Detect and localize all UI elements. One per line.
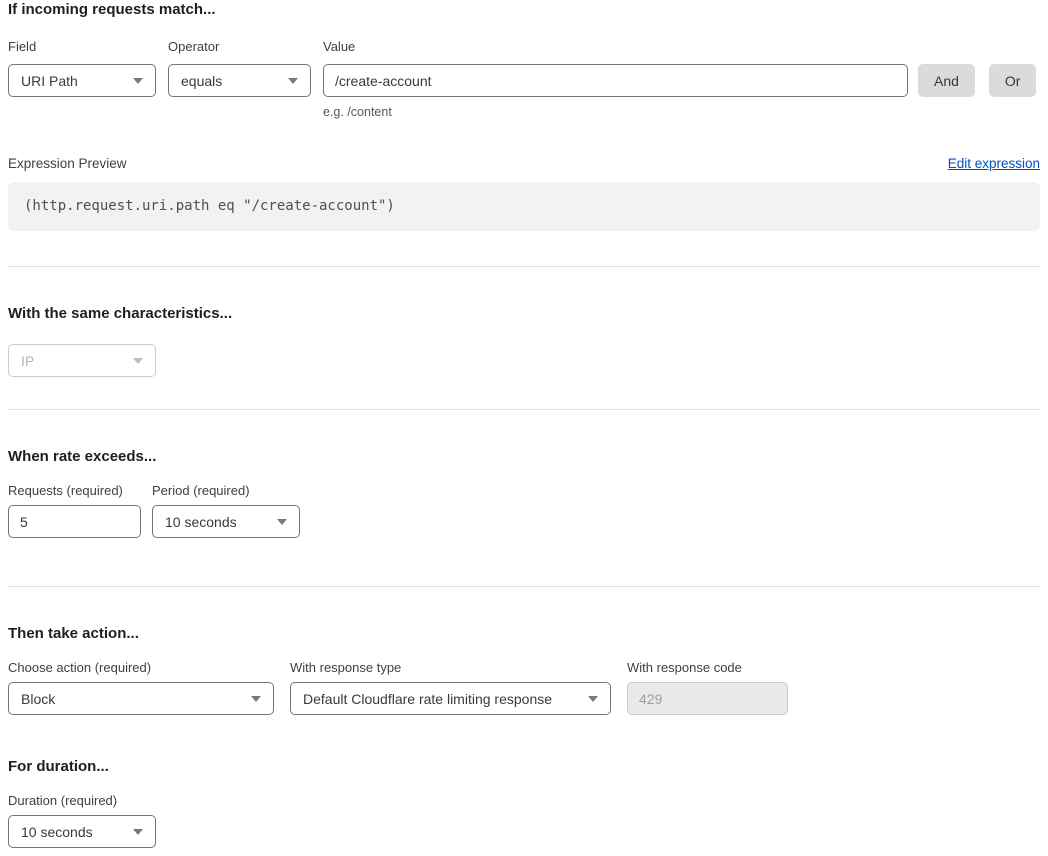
operator-group: Operator equals bbox=[168, 39, 311, 97]
value-label: Value bbox=[323, 39, 908, 54]
action-row: Choose action (required) Block With resp… bbox=[8, 660, 1040, 715]
duration-label: Duration (required) bbox=[8, 793, 156, 808]
characteristic-select-value: IP bbox=[21, 353, 34, 369]
response-type-group: With response type Default Cloudflare ra… bbox=[290, 660, 611, 715]
choose-action-group: Choose action (required) Block bbox=[8, 660, 274, 715]
value-helper-text: e.g. /content bbox=[323, 105, 908, 119]
action-heading: Then take action... bbox=[8, 624, 1040, 644]
characteristics-heading: With the same characteristics... bbox=[8, 304, 1040, 324]
response-type-select-value: Default Cloudflare rate limiting respons… bbox=[303, 691, 552, 707]
section-divider bbox=[8, 409, 1040, 410]
rate-row: Requests (required) Period (required) 10… bbox=[8, 483, 1040, 538]
or-button[interactable]: Or bbox=[989, 64, 1037, 97]
chevron-down-icon bbox=[288, 78, 298, 84]
choose-action-select[interactable]: Block bbox=[8, 682, 274, 715]
section-divider bbox=[8, 266, 1040, 267]
rate-heading: When rate exceeds... bbox=[8, 447, 1040, 467]
section-action: Then take action... Choose action (requi… bbox=[8, 624, 1040, 715]
requests-label: Requests (required) bbox=[8, 483, 141, 498]
chevron-down-icon bbox=[277, 519, 287, 525]
period-group: Period (required) 10 seconds bbox=[152, 483, 300, 538]
expression-preview-header: Expression Preview Edit expression bbox=[8, 156, 1040, 171]
field-select[interactable]: URI Path bbox=[8, 64, 156, 97]
chevron-down-icon bbox=[588, 696, 598, 702]
response-type-label: With response type bbox=[290, 660, 611, 675]
duration-heading: For duration... bbox=[8, 757, 1040, 777]
operator-select[interactable]: equals bbox=[168, 64, 311, 97]
section-characteristics: With the same characteristics... IP bbox=[8, 304, 1040, 377]
response-type-select[interactable]: Default Cloudflare rate limiting respons… bbox=[290, 682, 611, 715]
edit-expression-link[interactable]: Edit expression bbox=[948, 156, 1040, 171]
operator-label: Operator bbox=[168, 39, 311, 54]
choose-action-label: Choose action (required) bbox=[8, 660, 274, 675]
match-heading: If incoming requests match... bbox=[8, 0, 1040, 20]
expression-preview-label: Expression Preview bbox=[8, 156, 127, 171]
period-label: Period (required) bbox=[152, 483, 300, 498]
and-button[interactable]: And bbox=[918, 64, 975, 97]
field-label: Field bbox=[8, 39, 156, 54]
chevron-down-icon bbox=[251, 696, 261, 702]
section-rate: When rate exceeds... Requests (required)… bbox=[8, 447, 1040, 538]
section-duration: For duration... Duration (required) 10 s… bbox=[8, 757, 1040, 848]
chevron-down-icon bbox=[133, 358, 143, 364]
response-code-input bbox=[627, 682, 788, 715]
requests-input[interactable] bbox=[8, 505, 141, 538]
response-code-group: With response code bbox=[627, 660, 788, 715]
value-group: Value e.g. /content bbox=[323, 39, 908, 119]
chevron-down-icon bbox=[133, 78, 143, 84]
characteristic-select[interactable]: IP bbox=[8, 344, 156, 377]
requests-group: Requests (required) bbox=[8, 483, 141, 538]
section-divider bbox=[8, 586, 1040, 587]
chevron-down-icon bbox=[133, 829, 143, 835]
choose-action-select-value: Block bbox=[21, 691, 55, 707]
period-select-value: 10 seconds bbox=[165, 514, 237, 530]
operator-select-value: equals bbox=[181, 73, 222, 89]
duration-group: Duration (required) 10 seconds bbox=[8, 793, 156, 848]
duration-select-value: 10 seconds bbox=[21, 824, 93, 840]
expression-preview-code: (http.request.uri.path eq "/create-accou… bbox=[8, 182, 1040, 231]
field-select-value: URI Path bbox=[21, 73, 78, 89]
value-input[interactable] bbox=[323, 64, 908, 97]
rate-limit-rule-form: If incoming requests match... Field URI … bbox=[0, 0, 1048, 856]
response-code-label: With response code bbox=[627, 660, 788, 675]
field-group: Field URI Path bbox=[8, 39, 156, 97]
expression-builder-row: Field URI Path Operator equals Value e.g… bbox=[8, 39, 1040, 119]
section-match: If incoming requests match... Field URI … bbox=[8, 0, 1040, 231]
period-select[interactable]: 10 seconds bbox=[152, 505, 300, 538]
duration-select[interactable]: 10 seconds bbox=[8, 815, 156, 848]
